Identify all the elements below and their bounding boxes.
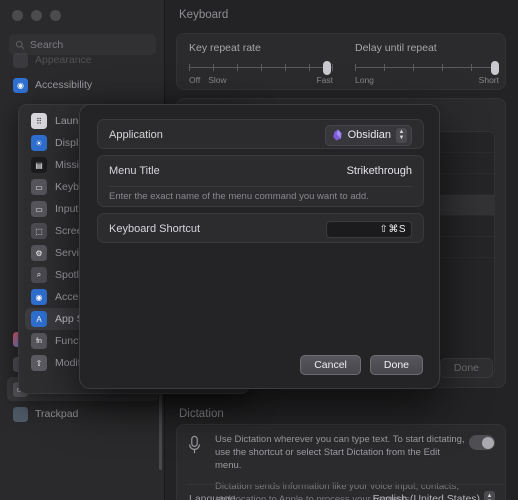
microphone-icon bbox=[187, 435, 202, 455]
application-value: Obsidian bbox=[348, 129, 391, 141]
traffic-lights bbox=[12, 10, 61, 21]
key-repeat-off-label: Off bbox=[189, 75, 200, 85]
dictation-language-picker[interactable]: English (United States) ▲▼ bbox=[373, 491, 495, 500]
zoom-button[interactable] bbox=[50, 10, 61, 21]
dictation-language-label: Language bbox=[189, 493, 236, 500]
chevron-updown-icon[interactable]: ▲▼ bbox=[484, 491, 495, 500]
slider-track bbox=[355, 67, 499, 68]
dictation-card: Use Dictation wherever you can type text… bbox=[176, 424, 506, 500]
keyboard-icon: ▭ bbox=[31, 179, 47, 195]
slider-knob[interactable] bbox=[491, 61, 499, 75]
input-sources-icon: ▭ bbox=[31, 201, 47, 217]
delay-long-label: Long bbox=[355, 75, 374, 85]
slider-knob[interactable] bbox=[323, 61, 331, 75]
spotlight-icon: ⌕ bbox=[31, 267, 47, 283]
trackpad-icon bbox=[13, 407, 28, 422]
accessibility-icon: ◉ bbox=[13, 78, 28, 93]
app-shortcuts-icon: A bbox=[31, 311, 47, 327]
menu-title-input[interactable]: Strikethrough bbox=[347, 165, 412, 177]
add-shortcut-dialog: Application Obsidian ▲▼ Menu Title Strik… bbox=[79, 104, 440, 389]
menu-title-label: Menu Title bbox=[109, 165, 160, 177]
done-button[interactable]: Done bbox=[370, 355, 423, 375]
accessibility-icon: ◉ bbox=[31, 289, 47, 305]
mission-control-icon: ▤ bbox=[31, 157, 47, 173]
services-icon: ⚙ bbox=[31, 245, 47, 261]
key-repeat-slow-label: Slow bbox=[208, 75, 226, 85]
keyboard-shortcut-recorder[interactable]: ⇧⌘S bbox=[326, 221, 412, 238]
background-done-button[interactable]: Done bbox=[440, 358, 493, 378]
key-repeat-rate-group: Key repeat rate Off Slow Fast bbox=[189, 42, 333, 85]
function-keys-icon: fn bbox=[31, 333, 47, 349]
delay-until-repeat-slider[interactable] bbox=[355, 63, 499, 72]
divider bbox=[109, 186, 412, 187]
modifier-keys-icon: ⇧ bbox=[31, 355, 47, 371]
page-title: Keyboard bbox=[179, 9, 228, 21]
delay-until-repeat-group: Delay until repeat Long Short bbox=[355, 42, 499, 85]
sidebar-item-trackpad[interactable]: Trackpad bbox=[7, 402, 158, 426]
application-row-card: Application Obsidian ▲▼ bbox=[97, 119, 424, 149]
display-icon: ☀ bbox=[31, 135, 47, 151]
minimize-button[interactable] bbox=[31, 10, 42, 21]
divider bbox=[187, 484, 505, 485]
system-settings-window: Appearance ◉ Accessibility Game Center W… bbox=[0, 0, 518, 500]
sidebar-item-label: Appearance bbox=[35, 54, 92, 66]
sidebar-item-appearance[interactable]: Appearance bbox=[7, 48, 158, 72]
key-repeat-card: Key repeat rate Off Slow Fast bbox=[176, 33, 506, 90]
launchpad-icon: ⠿ bbox=[31, 113, 47, 129]
dictation-toggle[interactable] bbox=[469, 435, 495, 450]
keyboard-shortcut-label: Keyboard Shortcut bbox=[109, 223, 200, 235]
screenshots-icon: ⬚ bbox=[31, 223, 47, 239]
sidebar-item-label: Trackpad bbox=[35, 408, 78, 420]
dictation-description: Use Dictation wherever you can type text… bbox=[215, 434, 465, 472]
sidebar-item-label: Accessibility bbox=[35, 79, 92, 91]
appearance-icon bbox=[13, 53, 28, 68]
keyboard-shortcut-card: Keyboard Shortcut ⇧⌘S bbox=[97, 213, 424, 243]
chevron-updown-icon[interactable]: ▲▼ bbox=[396, 128, 407, 143]
sidebar-item-accessibility[interactable]: ◉ Accessibility bbox=[7, 73, 158, 97]
application-label: Application bbox=[109, 129, 163, 141]
dictation-language-value: English (United States) bbox=[373, 493, 480, 500]
application-popup-button[interactable]: Obsidian ▲▼ bbox=[325, 125, 412, 146]
delay-until-repeat-label: Delay until repeat bbox=[355, 42, 499, 54]
menu-title-hint: Enter the exact name of the menu command… bbox=[98, 186, 423, 208]
dictation-section-title: Dictation bbox=[179, 408, 224, 420]
obsidian-icon bbox=[332, 129, 343, 141]
key-repeat-fast-label: Fast bbox=[316, 75, 333, 85]
cancel-button[interactable]: Cancel bbox=[300, 355, 361, 375]
menu-title-card: Menu Title Strikethrough Enter the exact… bbox=[97, 155, 424, 207]
dialog-actions: Cancel Done bbox=[300, 355, 423, 375]
delay-short-label: Short bbox=[479, 75, 499, 85]
key-repeat-rate-label: Key repeat rate bbox=[189, 42, 333, 54]
key-repeat-rate-slider[interactable] bbox=[189, 63, 333, 72]
close-button[interactable] bbox=[12, 10, 23, 21]
